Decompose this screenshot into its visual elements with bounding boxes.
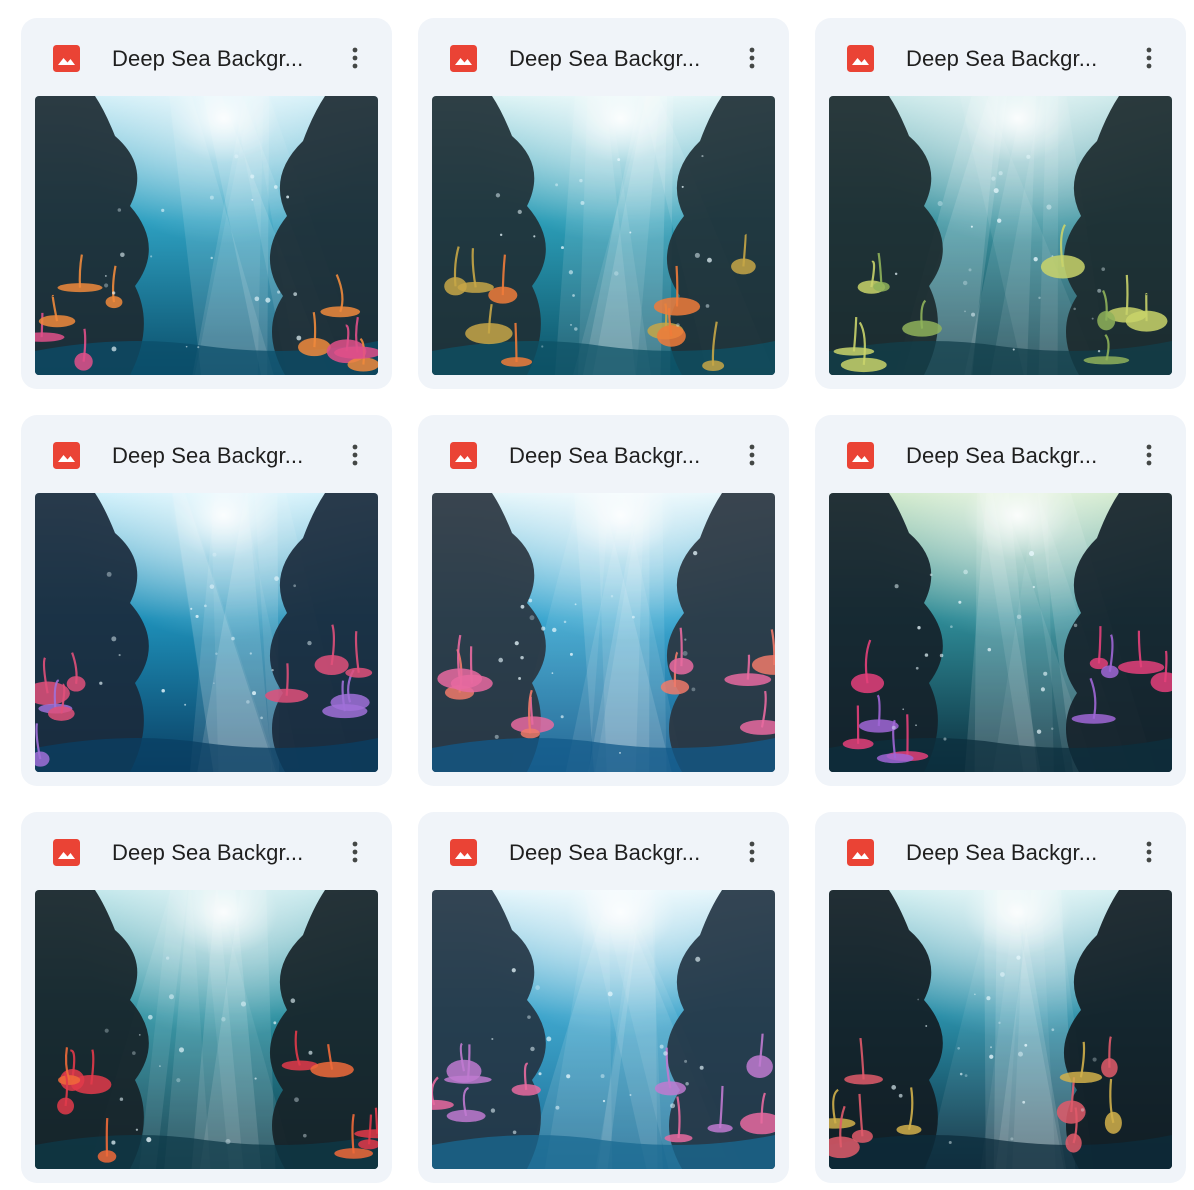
- file-card[interactable]: Deep Sea Backgr...: [418, 18, 789, 389]
- more-vert-icon: [352, 841, 358, 863]
- image-thumbnail[interactable]: [432, 890, 775, 1169]
- image-thumbnail[interactable]: [35, 493, 378, 772]
- file-name: Deep Sea Backgr...: [509, 46, 701, 71]
- file-card[interactable]: Deep Sea Backgr...: [815, 812, 1186, 1183]
- file-name: Deep Sea Backgr...: [906, 840, 1098, 865]
- file-name: Deep Sea Backgr...: [906, 443, 1098, 468]
- more-actions-button[interactable]: [337, 834, 373, 870]
- file-card-header: Deep Sea Backgr...: [418, 18, 789, 96]
- more-vert-icon: [749, 47, 755, 69]
- file-name: Deep Sea Backgr...: [112, 840, 304, 865]
- image-file-icon: [847, 839, 874, 866]
- more-vert-icon: [749, 444, 755, 466]
- file-name: Deep Sea Backgr...: [112, 443, 304, 468]
- image-file-icon: [847, 45, 874, 72]
- image-thumbnail[interactable]: [829, 890, 1172, 1169]
- file-card-header: Deep Sea Backgr...: [815, 812, 1186, 890]
- image-file-icon: [53, 442, 80, 469]
- more-actions-button[interactable]: [734, 437, 770, 473]
- more-actions-button[interactable]: [734, 40, 770, 76]
- file-name: Deep Sea Backgr...: [509, 840, 701, 865]
- image-thumbnail[interactable]: [829, 96, 1172, 375]
- more-vert-icon: [1146, 841, 1152, 863]
- more-vert-icon: [749, 841, 755, 863]
- file-card-header: Deep Sea Backgr...: [418, 812, 789, 890]
- file-card-header: Deep Sea Backgr...: [418, 415, 789, 493]
- image-file-icon: [450, 45, 477, 72]
- file-card[interactable]: Deep Sea Backgr...: [815, 18, 1186, 389]
- file-card[interactable]: Deep Sea Backgr...: [21, 18, 392, 389]
- image-file-icon: [847, 442, 874, 469]
- file-name: Deep Sea Backgr...: [509, 443, 701, 468]
- file-card-header: Deep Sea Backgr...: [815, 18, 1186, 96]
- image-thumbnail[interactable]: [432, 493, 775, 772]
- file-card-header: Deep Sea Backgr...: [21, 415, 392, 493]
- file-card[interactable]: Deep Sea Backgr...: [21, 812, 392, 1183]
- file-card[interactable]: Deep Sea Backgr...: [418, 415, 789, 786]
- image-thumbnail[interactable]: [829, 493, 1172, 772]
- more-actions-button[interactable]: [1131, 834, 1167, 870]
- file-card[interactable]: Deep Sea Backgr...: [418, 812, 789, 1183]
- file-card-header: Deep Sea Backgr...: [815, 415, 1186, 493]
- image-file-icon: [53, 839, 80, 866]
- more-vert-icon: [1146, 47, 1152, 69]
- more-vert-icon: [1146, 444, 1152, 466]
- file-grid: Deep Sea Backgr... Deep Sea Backgr... De…: [21, 18, 1186, 1183]
- image-file-icon: [450, 839, 477, 866]
- more-vert-icon: [352, 444, 358, 466]
- image-thumbnail[interactable]: [35, 96, 378, 375]
- image-thumbnail[interactable]: [35, 890, 378, 1169]
- more-actions-button[interactable]: [1131, 40, 1167, 76]
- more-actions-button[interactable]: [734, 834, 770, 870]
- image-file-icon: [53, 45, 80, 72]
- file-name: Deep Sea Backgr...: [906, 46, 1098, 71]
- file-card-header: Deep Sea Backgr...: [21, 812, 392, 890]
- file-name: Deep Sea Backgr...: [112, 46, 304, 71]
- file-card[interactable]: Deep Sea Backgr...: [815, 415, 1186, 786]
- more-actions-button[interactable]: [337, 40, 373, 76]
- more-vert-icon: [352, 47, 358, 69]
- file-card[interactable]: Deep Sea Backgr...: [21, 415, 392, 786]
- image-thumbnail[interactable]: [432, 96, 775, 375]
- image-file-icon: [450, 442, 477, 469]
- more-actions-button[interactable]: [337, 437, 373, 473]
- more-actions-button[interactable]: [1131, 437, 1167, 473]
- file-card-header: Deep Sea Backgr...: [21, 18, 392, 96]
